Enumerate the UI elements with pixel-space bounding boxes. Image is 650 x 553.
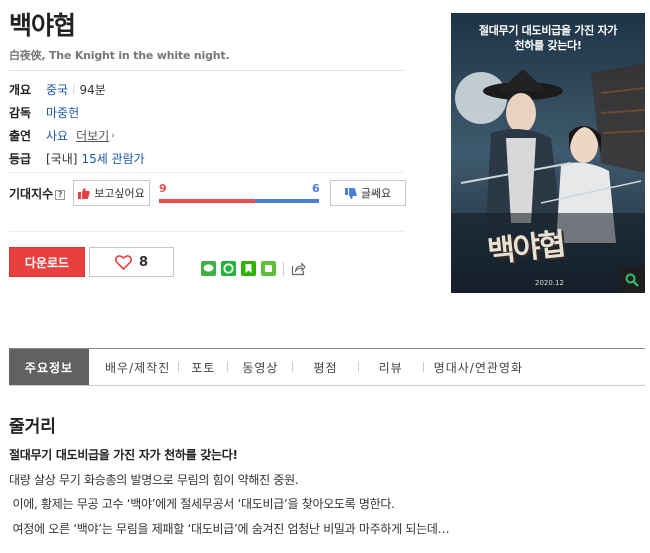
chevron-right-icon: ›	[111, 130, 115, 141]
runtime: 94분	[79, 83, 106, 97]
rating-link[interactable]: 15세 관람가	[81, 150, 144, 167]
divider	[9, 231, 405, 232]
synopsis-line: 여정에 오른 ‘백야’는 무림을 제패할 ‘대도비급’에 숨겨진 엄청난 비밀과…	[9, 521, 450, 536]
synopsis-heading: 줄거리	[9, 417, 56, 437]
tab-main-info[interactable]: 주요정보	[9, 349, 89, 385]
meh-button[interactable]: 글쎄요	[330, 180, 406, 206]
like-button[interactable]: 8	[89, 247, 174, 277]
divider	[9, 172, 405, 173]
band-share-icon[interactable]	[221, 261, 236, 276]
want-count: 9	[159, 182, 167, 195]
like-count: 8	[138, 254, 149, 270]
expect-label: 기대지수?	[9, 185, 66, 202]
share-icon[interactable]	[291, 261, 306, 276]
country-link[interactable]: 중국	[46, 81, 68, 98]
bookmark-share-icon[interactable]	[241, 261, 256, 276]
more-cast-link[interactable]: 더보기	[76, 127, 109, 144]
tab-cast-crew[interactable]: 배우/제작진	[97, 349, 178, 385]
synopsis-body: 절대무기 대도비급을 가진 자가 천하를 갖는다! 대량 살상 무기 화승총의 …	[9, 443, 450, 541]
overview-label: 개요	[9, 83, 32, 97]
expect-label-text: 기대지수	[9, 187, 54, 201]
zoom-button[interactable]	[619, 266, 645, 293]
separator	[283, 262, 284, 276]
meh-label: 글쎄요	[360, 187, 392, 200]
synopsis-line: 대량 살상 무기 화승총의 발명으로 무림의 힘이 약해진 중원.	[9, 472, 299, 487]
help-icon[interactable]: ?	[55, 190, 66, 200]
poster-title: 백야협	[485, 227, 566, 270]
poster-date: 2020.12	[535, 279, 564, 287]
movie-poster[interactable]: 절대무기 대도비급을 가진 자가 천하를 갖는다! 백야협 2020.12	[451, 13, 645, 293]
poster-tagline-line-2: 천하를 갖는다!	[514, 39, 582, 52]
director-link[interactable]: 마중헌	[46, 104, 79, 121]
magnifier-icon	[625, 273, 639, 287]
cast-label: 출연	[9, 129, 32, 143]
download-button[interactable]: 다운로드	[9, 247, 85, 277]
rating-region: [국내]	[46, 152, 78, 166]
tab-review[interactable]: 리뷰	[359, 349, 423, 385]
heart-icon	[114, 254, 132, 270]
synopsis-lead: 절대무기 대도비급을 가진 자가 천하를 갖는다!	[9, 448, 238, 462]
director-label: 감독	[9, 106, 32, 120]
page-subtitle: 白夜俠, The Knight in the white night.	[9, 49, 230, 62]
line-share-icon[interactable]	[201, 261, 216, 276]
memo-share-icon[interactable]	[261, 261, 276, 276]
divider	[9, 70, 405, 71]
rating-label: 등급	[9, 152, 32, 166]
overview-row: 개요 중국 | 94분	[9, 81, 106, 98]
want-bar	[159, 199, 255, 203]
want-to-see-button[interactable]: 보고싶어요	[73, 180, 150, 206]
tab-bar: 주요정보 배우/제작진 포토 동영상 평점 리뷰 명대사/연관영화	[9, 348, 645, 386]
cast-row: 출연 사요 더보기 ›	[9, 127, 115, 144]
want-to-see-label: 보고싶어요	[94, 187, 145, 200]
synopsis-line: 이에, 황제는 무공 고수 ‘백야’에게 절세무공서 ‘대도비급’을 찾아오도록…	[9, 497, 395, 511]
separator: |	[72, 84, 76, 95]
director-row: 감독 마중헌	[9, 104, 79, 121]
tab-quotes-related[interactable]: 명대사/연관영화	[424, 349, 533, 385]
meh-count: 6	[312, 182, 320, 195]
cast-link[interactable]: 사요	[46, 127, 68, 144]
thumbs-down-icon	[344, 187, 357, 199]
tab-photo[interactable]: 포토	[179, 349, 227, 385]
thumbs-up-icon	[78, 187, 90, 199]
tab-video[interactable]: 동영상	[228, 349, 292, 385]
poster-tagline: 절대무기 대도비급을 가진 자가 천하를 갖는다!	[451, 13, 645, 53]
tab-rating[interactable]: 평점	[293, 349, 357, 385]
poster-tagline-line-1: 절대무기 대도비급을 가진 자가	[478, 24, 618, 37]
page-title: 백야협	[9, 11, 76, 40]
meh-bar	[255, 199, 319, 203]
rating-row: 등급 [국내] 15세 관람가	[9, 150, 145, 167]
